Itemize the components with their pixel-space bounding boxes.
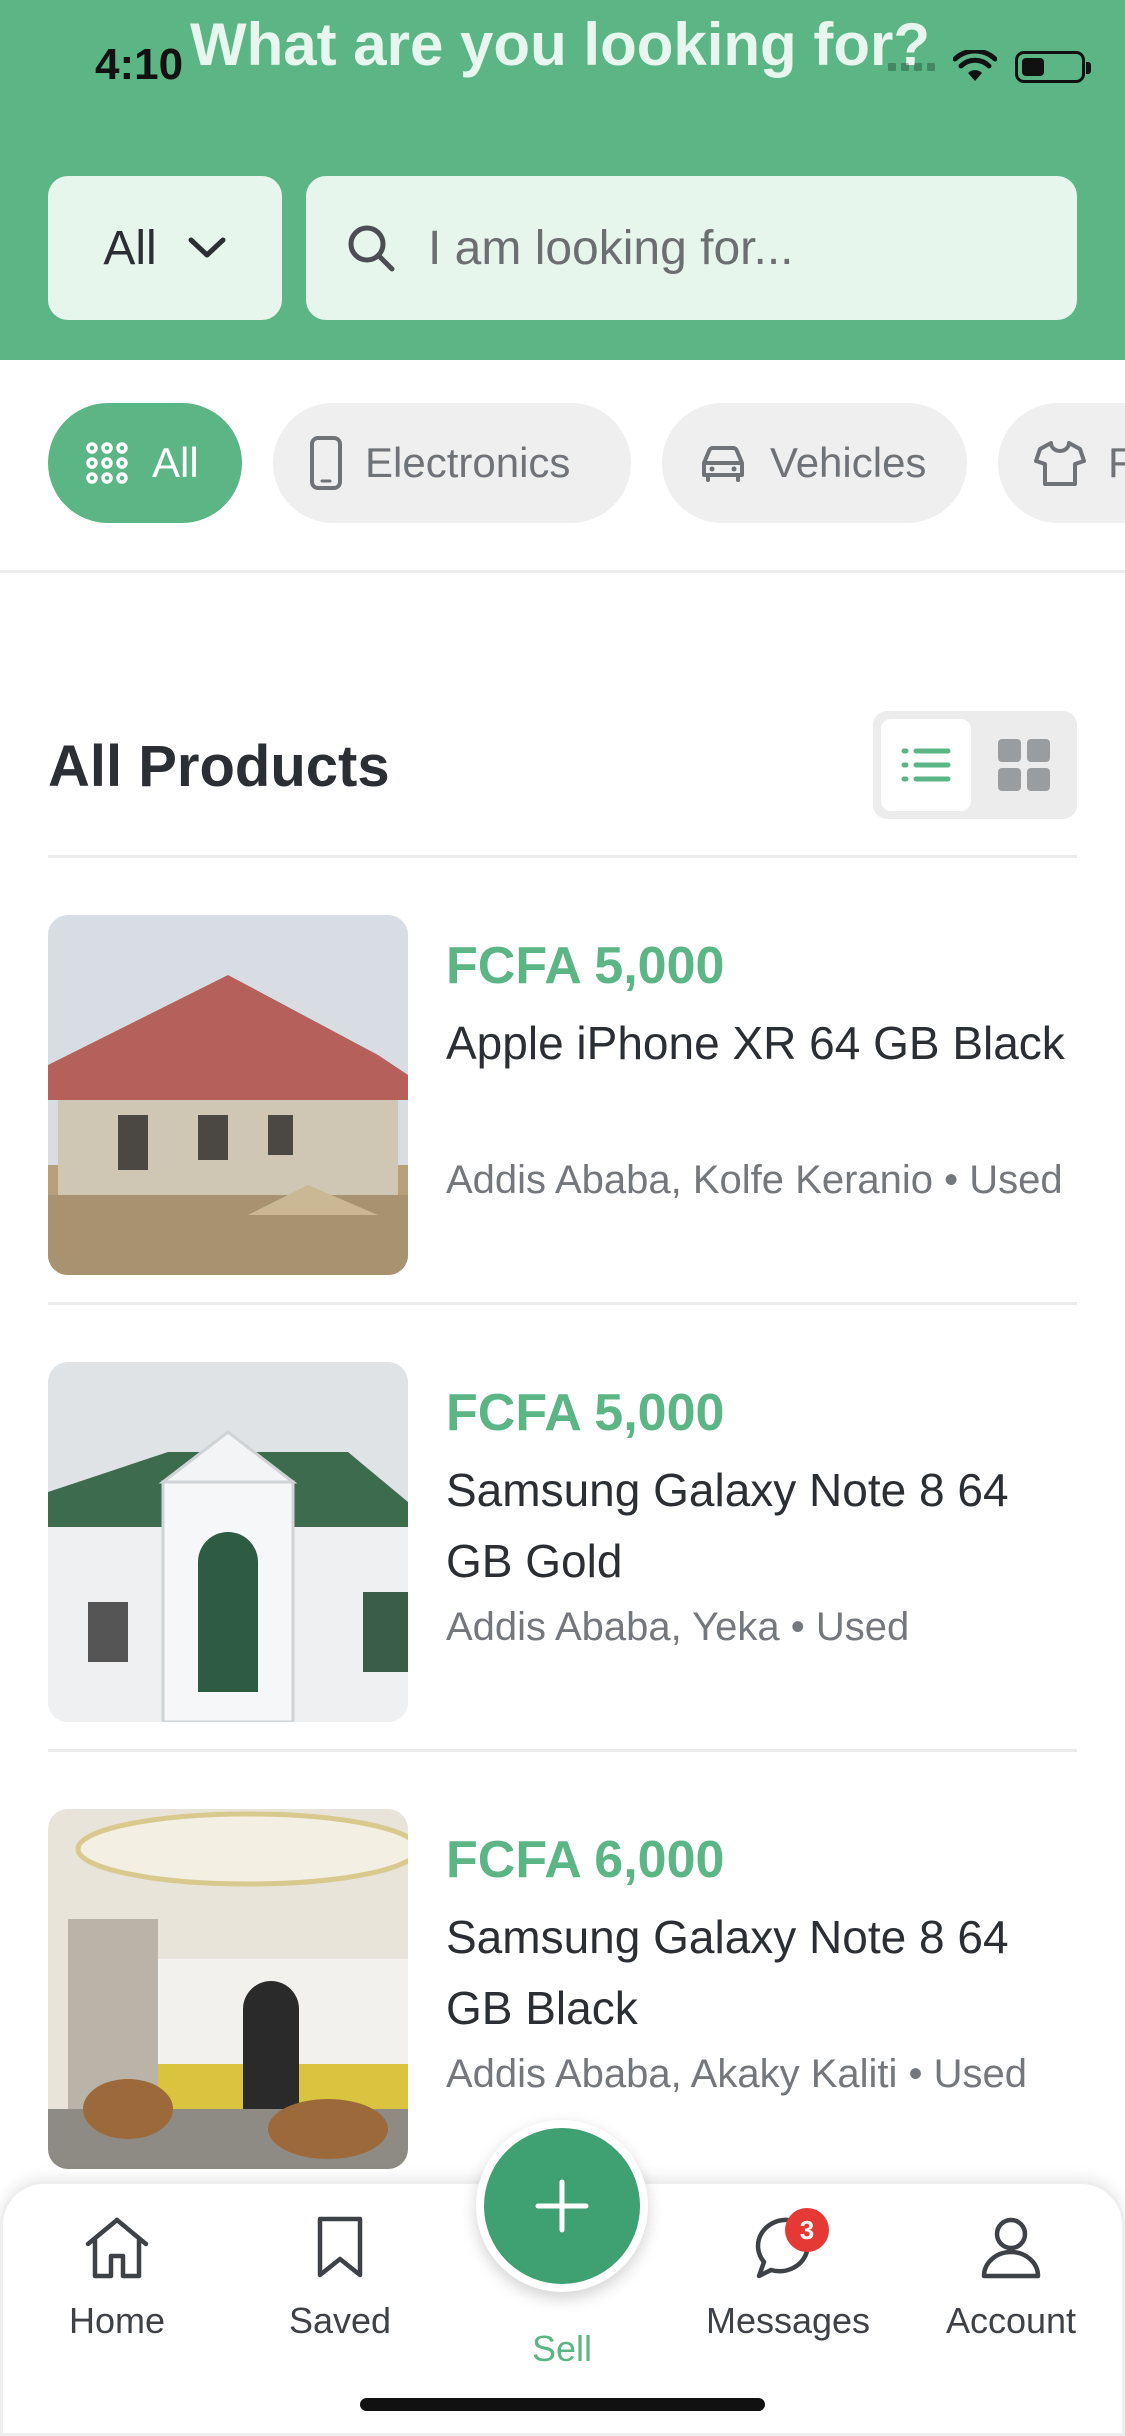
tab-home[interactable]: Home [17, 2214, 217, 2342]
status-icons [888, 50, 1091, 84]
product-title: Samsung Galaxy Note 8 64 GB Gold [446, 1464, 1009, 1587]
messages-badge: 3 [785, 2208, 829, 2252]
header: 4:10 What are you looking for? All [0, 0, 1125, 360]
status-time: 4:10 [95, 40, 184, 89]
product-meta: Addis Ababa, Kolfe Keranio • Used [446, 1158, 1077, 1203]
bookmark-icon [317, 2216, 363, 2278]
product-condition: Used [815, 1605, 910, 1649]
chip-electronics[interactable]: Electronics [273, 403, 631, 523]
chip-label: F [1108, 439, 1125, 487]
tab-label: Account [945, 2300, 1077, 2341]
separator: • [908, 2052, 923, 2096]
shirt-icon [1034, 441, 1086, 486]
wifi-icon [953, 50, 997, 81]
list-view-button[interactable] [881, 719, 971, 811]
grid-view-button[interactable] [979, 719, 1069, 811]
product-price: FCFA 5,000 [446, 937, 725, 995]
sell-label: Sell [531, 2328, 593, 2369]
page-title: What are you looking for? [190, 11, 931, 78]
product-location: Addis Ababa, Kolfe Keranio [446, 1158, 934, 1202]
tab-messages[interactable]: 3 Messages [688, 2208, 888, 2342]
product-location: Addis Ababa, Yeka [446, 1605, 780, 1649]
chip-fashion[interactable]: F [998, 403, 1125, 523]
search-input[interactable] [428, 220, 1028, 276]
product-image [48, 1362, 408, 1722]
chip-label: All [152, 439, 199, 486]
product-image [48, 1809, 408, 2169]
tab-label: Messages [705, 2300, 871, 2341]
product-meta: Addis Ababa, Akaky Kaliti • Used [446, 2052, 1077, 2097]
separator: • [944, 1158, 959, 1202]
tab-account[interactable]: Account [911, 2214, 1111, 2342]
product-title: Samsung Galaxy Note 8 64 GB Black [446, 1911, 1009, 2034]
product-condition: Used [969, 1158, 1063, 1202]
home-indicator [360, 2398, 765, 2411]
product-price: FCFA 6,000 [446, 1831, 725, 1889]
phone-icon [310, 436, 342, 490]
plus-icon [535, 2179, 589, 2233]
messages-icon-wrap: 3 [753, 2208, 829, 2280]
product-card[interactable]: FCFA 5,000 Samsung Galaxy Note 8 64 GB G… [48, 1305, 1077, 1752]
tab-label: Saved [288, 2300, 392, 2341]
home-icon [85, 2217, 149, 2279]
separator: • [790, 1605, 805, 1649]
category-filter-select[interactable]: All [48, 176, 282, 320]
filter-value: All [103, 221, 157, 275]
user-icon [981, 2217, 1041, 2279]
battery-icon [1015, 51, 1091, 83]
section-title: All Products [48, 734, 390, 799]
grid-view-icon [998, 739, 1050, 791]
product-meta: Addis Ababa, Yeka • Used [446, 1605, 1077, 1650]
list-view-icon [901, 748, 951, 782]
product-condition: Used [933, 2052, 1028, 2096]
chip-label: Electronics [365, 439, 571, 486]
tab-label: Home [68, 2300, 166, 2341]
search-box[interactable] [306, 176, 1077, 320]
product-title: Apple iPhone XR 64 GB Black [446, 1017, 1065, 1069]
product-image [48, 915, 408, 1275]
car-icon [702, 446, 744, 482]
chip-vehicles[interactable]: Vehicles [662, 403, 967, 523]
product-location: Addis Ababa, Akaky Kaliti [446, 2052, 898, 2096]
product-price: FCFA 5,000 [446, 1384, 725, 1442]
grid-dots-icon [86, 442, 128, 484]
product-card[interactable]: FCFA 5,000 Apple iPhone XR 64 GB Black A… [48, 858, 1077, 1305]
tab-saved[interactable]: Saved [240, 2214, 440, 2342]
chevron-down-icon [188, 237, 226, 258]
category-chips: All Electronics Vehicles F [0, 360, 1125, 573]
search-icon [348, 225, 395, 272]
chip-label: Vehicles [770, 439, 927, 486]
chip-all[interactable]: All [48, 403, 242, 523]
sell-button[interactable] [476, 2120, 648, 2292]
signal-icon [888, 63, 935, 71]
view-toggle [873, 711, 1077, 819]
